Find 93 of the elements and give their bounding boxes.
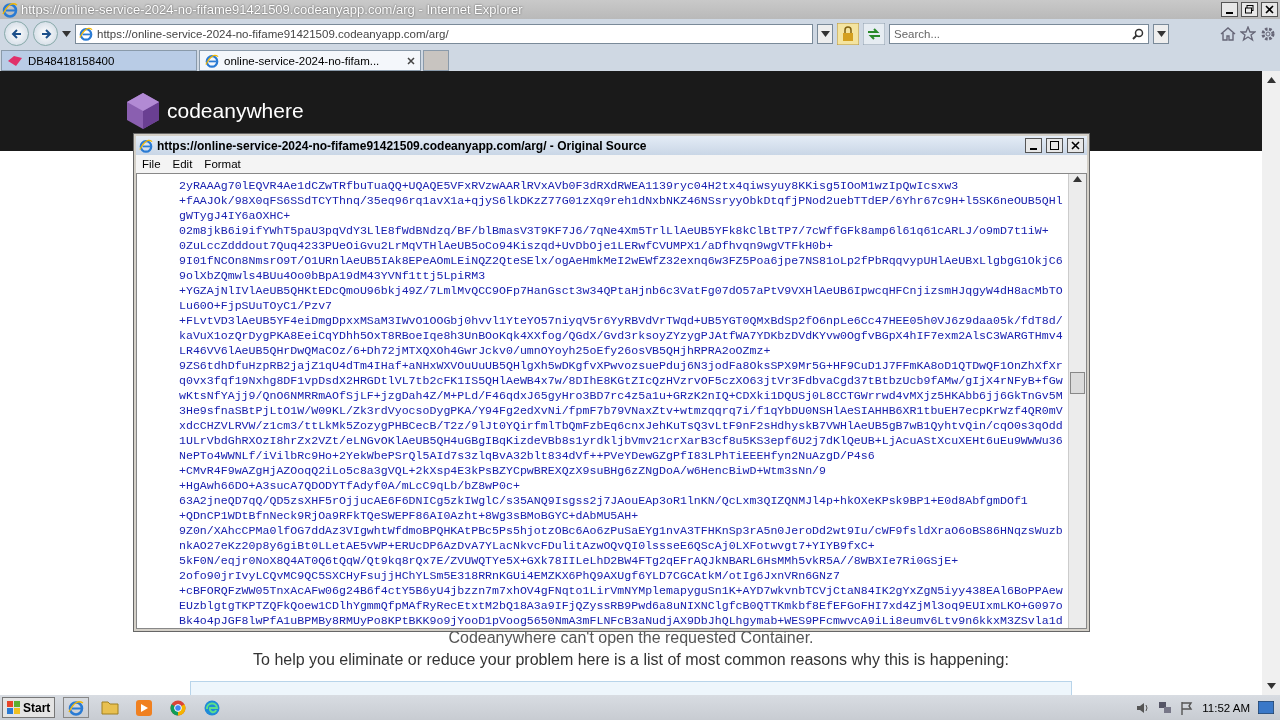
source-window-title: https://online-service-2024-no-fifame91421509.codeanyapp.com/arg/ - Original Source — [157, 138, 648, 153]
browser-icon — [139, 138, 153, 153]
menu-item[interactable]: Edit — [166, 158, 199, 170]
source-code-line: 9olXbZQmwls4BUu4Oo0bBpA19dM43YVNf1ttj5LpiRM3 — [179, 268, 487, 283]
source-code-line: 63A2jneQD7qQ/QD5zsXHF5rOjjucAE6F6DNICg5zkIWglC/s35ANQ9Isgss2j7JAouEAp3oR1lnKN/QcLxm3QIZQNMJl4p+hkOXeKPsk9BP1+E0d8AbfgmDOf1 — [179, 493, 1029, 508]
star-icon[interactable] — [1240, 25, 1256, 42]
window-title: https://online-service-2024-no-fifame91421509.codeanyapp.com/arg - Internet Explorer — [21, 2, 524, 17]
search-icon[interactable] — [1132, 27, 1144, 40]
restore-button[interactable] — [1241, 2, 1258, 17]
source-code-line: +FLvtVD3lAeUB5YF4eiDmgDpxxMSaM3IWvO1OOGbj0hvvl1YteYO57niyqV5r6YyRBVdVrTWqd+UB5YGT0QMxBdSp2fO6npLe6Cc47HEE05h0VJ6z9daa05k/fdT8d/ — [179, 313, 1064, 328]
forward-button[interactable] — [33, 21, 58, 46]
minimize-button[interactable] — [1025, 138, 1042, 153]
minimize-icon — [1226, 11, 1233, 14]
close-icon — [1265, 5, 1274, 14]
caret-icon[interactable] — [1156, 30, 1166, 37]
refresh-icon[interactable] — [863, 22, 885, 45]
minimize-icon — [1030, 147, 1037, 150]
browser-icon — [205, 53, 219, 68]
source-code-line: Lu60O+FjpSUuTOyC1/Pzv7 — [179, 298, 334, 313]
menu-item[interactable]: Format — [198, 158, 247, 170]
cube-logo-icon — [125, 92, 161, 130]
settings-icon[interactable] — [1260, 25, 1276, 42]
start-button[interactable]: Start — [2, 697, 56, 718]
maximize-icon — [1050, 141, 1059, 150]
address-field[interactable]: https://online-service-2024-no-fifame91421509.codeanyapp.com/arg/ — [75, 23, 813, 44]
source-code-line: 2yRAAAg70lEQVR4Ae1dCZwTRfbuTuaQQ+UQAQE5VFxRVzwAARlRVxAVb0F3dRXdRWEA1139ryc04H2tx4qiwsyuy8KKisg5IOoM1wzIpQwIcsxw3 — [179, 178, 960, 193]
page-icon — [7, 54, 23, 67]
page-scrollbar[interactable] — [1262, 71, 1280, 695]
source-code-line: 0ZuLccZdddout7Quq4233PUeOiGvu2LrMqVTHlAeUB5oCo94Kiszqd+UvDbOje1LERwfCVUMPX1/aDfhvqn9wgVTFkH0b+ — [179, 238, 834, 253]
back-button[interactable] — [4, 21, 29, 46]
forward-arrow-icon — [39, 27, 52, 40]
browser-tab[interactable]: online-service-2024-no-fifam... — [199, 50, 421, 71]
error-message: Codeanywhere can't open the requested Container. — [448, 629, 814, 647]
speaker-icon[interactable] — [1136, 700, 1151, 715]
source-code-line: 02m8jkB6i9ifYWhT5paU3pqVdY3LlE8fWdBNdzq/BF/blBmasV3T9KF7J6/7qNe4Xm5TrlLlAeUB5YFk8kClBtTP7/7cWffGFk8amp6l61q61cARLJ/o9mD7t1iW+ — [179, 223, 1050, 238]
close-button[interactable] — [1261, 2, 1278, 17]
back-arrow-icon — [10, 27, 23, 40]
network-icon[interactable] — [1158, 700, 1173, 715]
close-tab-icon[interactable] — [407, 56, 415, 65]
source-code-line: EUzblgtgTKPTZQFkQoew1CDlhYgmmQfpMAfRyRecEtxtM2bQ18A3a9IFjQZyssRB9Pwd6a8uNIXNClgfcB0QTTKmkbf8EfEFGoFHI7xd4ZjMl3oq9EUIxmLKO+G097o — [179, 598, 1064, 613]
search-field[interactable]: Search... — [889, 23, 1149, 44]
source-code-line: Bk4o4pJGF8lwPfA1uBPMBy8RMUyPo8KPtBKK9o9jYooD1pVoog5650NmA3mFLNFcB3aNudjAX9DbJhQLhgymab+WES9PFcmwvcA9iLi8eumv6Ltv9n6kkxM3ZSvla1d — [179, 613, 1064, 628]
search-dropdown-button[interactable] — [1153, 23, 1169, 44]
source-code-line: 2ofo90jrIvyLCQvMC9QC5SXCHyFsujjHChYLSm5E318RRnKGUi4EMZKX6PhQ9AXUgf6YLD7CGCAtkM/otIg6JxnVRn6GNz7 — [179, 568, 841, 583]
browser-icon — [68, 699, 85, 716]
maximize-button[interactable] — [1046, 138, 1063, 153]
edge-icon — [204, 699, 221, 716]
source-code-line: 9Z0n/XAhcCPMa0lfOG7ddAz3VIgwhtWfdmoBPQHKAtPBc5Ps5hjotzOBc6Ao6zPuSaEYg1nvA3TFHKnSp3rA5n0JeroDd2wt9Iu/cWF9fsldXraO6oBS86HNqzsWuzb — [179, 523, 1064, 538]
source-code-line: xdcCHZVLRVW/z1cm3/ttLkMk5ZozygPHBCecB/T2z/9lJt0YQirfmlTbQmFzbEq6cnxJehKuTsQ3vLtF9nF2sHdhyskB7VWHlAeUB5gB7wB1QyhtvQin/cqO0s3qOdd — [179, 418, 1064, 433]
scroll-thumb[interactable] — [1070, 372, 1085, 394]
source-code-line: 9I01fNCOn8NmsrO9T/O1URnlAeUB5IAk8EPeAOmLEiNQZ2QteSElx/ogAeHmkMeI2wEWfZ32exnq6w3FZ5Poa6jpe7NS81oLp2fPbRqqvypUHlAeUBxLlgbgG1OkjC6 — [179, 253, 1064, 268]
folder-icon — [101, 700, 120, 715]
source-code-line: +cBFORQFzWW05TnxAcAFw06g24B6f4ctY5B6yU4jbzzn7m7xhOV4gFNqto1LirVmNYMplemapyguSn1K+AYD7wkvnbTCVjCtaN84IK2gYxZgN5iyy438EAl6BoPPAew — [179, 583, 1064, 598]
scroll-arrow-icon[interactable] — [1266, 77, 1276, 83]
windows-logo-icon — [7, 700, 21, 715]
source-code-line: kaVuX1ozQrDygPKA8EeiCqYDhh5OxT8RBoeIqe8h3UnBOoKqk4XXfog/QGdX/Gvd3rksoyZYzygPJAtfWA7YDKbzDVdKYvw0OgfvBGpX4hIF7exm2AlsC3WARGTHmv4 — [179, 328, 1064, 343]
source-code-line: +CMvR4F9wAZgHjAZOoqQ2iLo5c8a3gVQL+2kXsp4E3kPsBZYCpwBREXQzX9suBHg6zZNgDoA/w6HencBiwD+Wtm3sNn/9 — [179, 463, 828, 478]
restore-icon — [1245, 5, 1254, 14]
scroll-arrow-icon[interactable] — [1073, 176, 1082, 182]
caret-icon[interactable] — [820, 30, 830, 37]
minimize-button[interactable] — [1221, 2, 1238, 17]
source-code-line: 1ULrVbdGhRXOzI8hrZx2VZt/eLNGvOKlAeUB5QH4uGBgIBqKizdeVBb8s1yrdkljbVmv21crXarB3cf8u5KS3epf6U2j7dKlQeUB+LjAcuAStXcuXEHt6uEu9WWWu36 — [179, 433, 1064, 448]
address-dropdown-button[interactable] — [817, 23, 833, 44]
source-code-line: +fAAJOk/98X0qFS6SSdTCYThnq/35eq96rq1avX1a+qjyS6lkDKzZ77G01zXq9reh1dNxbNKZ46NSsryyObkDtqfjPNod2uebTTdEP/6Yhr67c9H+l5SK6neOUB5QHl — [179, 193, 1064, 208]
clock[interactable]: 11:52 AM — [1202, 701, 1250, 714]
home-icon[interactable] — [1220, 25, 1236, 42]
source-code-line: +YGZAjNlIVlAeUB5QHKtEDcQmoU96bkj49Z/7LmlMvQCC9OFp7HanGsct3w34QPtaHjnb6c3VatFg07dO57aPtV9VXHlAeUB6IpwcqHFCnjizsmHJqgyW4dH8acMbTO — [179, 283, 1064, 298]
history-caret-icon[interactable] — [62, 30, 71, 37]
source-code-line: 9ZS6tdhDfuHzpRB2jajZ1qU4dTm4IHaf+aNHxWXVOuUuUB5QHlgXh5wDKgfvXPwvozsuePduj6N3jodFa8OksSPX9Mr5G+HF9CuD1J7FFmKA8oD1QTDwQF1OnZhXfXr — [179, 358, 1064, 373]
play-icon — [136, 699, 153, 716]
source-code-line: wKtsNfYAjj9/QnO6NMRRmAOfSjLF+jzgDah4Z/M+PLd/F46qdxJ65gyHro3BD7rc4z5a1u+GRzK2nIQ+CDXki1DQUSj0L8CCTGWrrwd4vMXjz5HKAbb6jj6GkTnGv5M — [179, 388, 1064, 403]
browser-tab[interactable]: DB48418158400 — [1, 50, 197, 71]
source-code-line: 5kF0N/eqjr0NoX8Q4AT0Q6tQqW/Qt9kq8rQx7E/ZVUWQTYe5X+GXk78IILeLhD2BW4FTg2qEFrAQJkNBARL6HsMMh5vkR5A//8WBXIe7Ri0GSjE+ — [179, 553, 960, 568]
source-code-line: LR46VV6lAeUB5QHrDwQMaCOz/6+Dh72jMTXQXOh4GwrJckv0/umnOYoyh25oEfy26osVB5QHjhRPRA2oOZmz+ — [179, 343, 772, 358]
source-code-line: gWTygJ4IY6aOXHC+ — [179, 208, 292, 223]
browser-icon — [2, 1, 18, 18]
source-code-line: 3He9sfnaSBtPjLtO1W/W09KL/Zk3rdVyocsoDygPKA/Y94Fg2edXvNi/fpmF7b79VNaxZtv+wtmzqqrq7i/f1qYbDU0NSHlAeSIAHHB6XR1tbuEH7ecpKrWzf4QR0mV — [179, 403, 1064, 418]
menu-item[interactable]: File — [136, 158, 167, 170]
scroll-arrow-icon[interactable] — [1266, 683, 1276, 689]
source-code-line: q0vx3fqf19Nxhg8DF1vpDsdX2HRGDtlVL7tb2cFK1IS5QHlAeWB4x7w/8DIhE8KGtZIcQzHVzrvOF5czXO63jtVr3FdbvaCgd37tBtbzUcb9fAMw/gIjX4rNFyB+fGw — [179, 373, 1064, 388]
source-code-line: +HgAwh66DO+A3sucA7QDODYTfAdyf0A/mLcC9qLb/bZ8wP0c+ — [179, 478, 521, 493]
source-scrollbar[interactable] — [1068, 174, 1086, 628]
help-text: To help you eliminate or reduce your problem here is a list of most common reasons why this is happening: — [253, 651, 1009, 669]
browser-icon — [79, 26, 93, 41]
source-code-line: nkAO27eKz20p8y6giBt0LLetAE5vWP+ERUcDP6AzDvA7YLacNkvcFDulitAzwOQvQI0lssseE6QScAj0LXFotwvgt7+YIYB9fxC+ — [179, 538, 876, 553]
chrome-icon — [170, 699, 187, 716]
logo-text: codeanywhere — [167, 99, 304, 123]
flag-icon[interactable] — [1180, 700, 1195, 715]
close-icon — [1071, 141, 1080, 150]
taskbar-browser-button[interactable] — [63, 697, 90, 718]
source-code-line: +QDnCP1WDtBfnNeck9RjOa9RFkTQeSWEPF86AI0Azht+8Wg3sBMoBGYC+dAbMU5AH+ — [179, 508, 640, 523]
source-code-line: NePTo4WWNLf/iVilbRc9Ho+2YekWbePSrQl5AId7s3zlqBvA32blt834dVf++PVeYDewGZgPfI83LPhTiEEEHfyn2NuAzgD/P4s6 — [179, 448, 876, 463]
close-button[interactable] — [1067, 138, 1084, 153]
